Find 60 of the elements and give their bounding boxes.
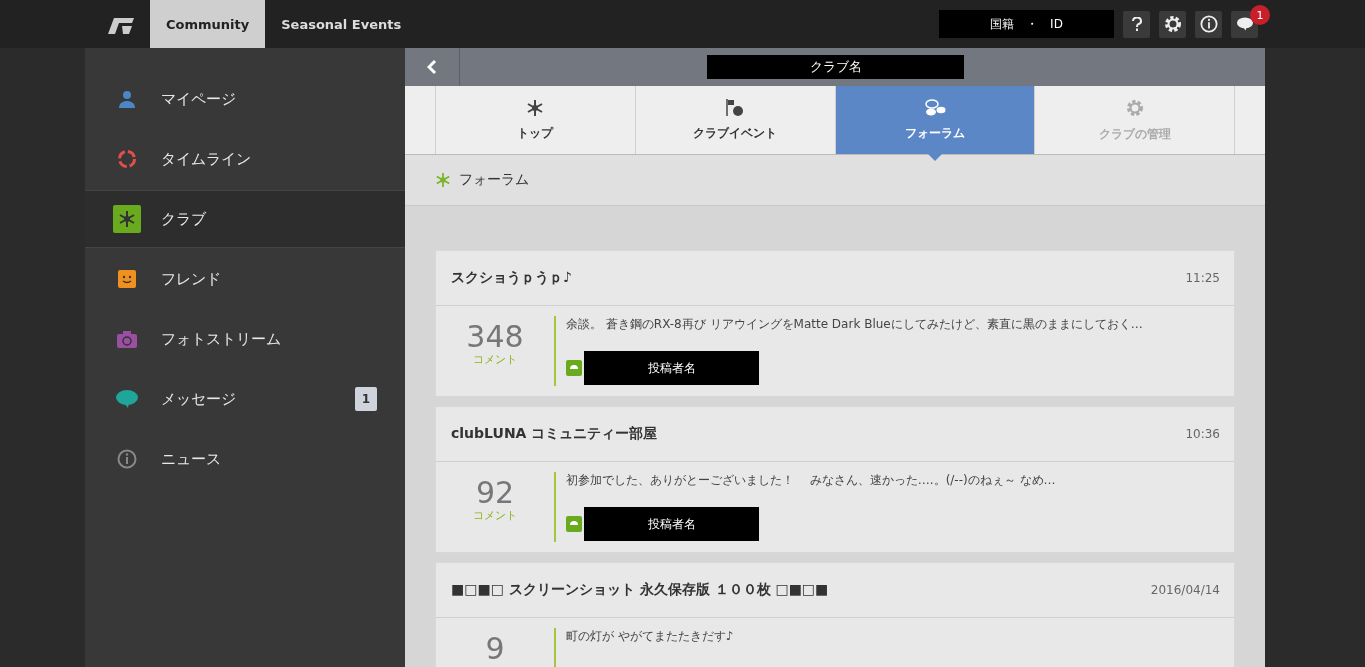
gear-icon <box>1162 14 1183 34</box>
speech-bubbles-icon <box>923 98 946 117</box>
comment-label: コメント <box>473 352 517 367</box>
comment-count: 9 <box>485 634 505 664</box>
forum-post[interactable]: スクショうｐうｐ♪ 11:25 348 コメント 余談。 蒼き鋼のRX-8再び リアウイングをMatte Dark Blueにしてみたけど、素直に黒のままにしておく… 投稿者名 <box>435 250 1235 397</box>
nav-tab[interactable]: Community <box>150 0 266 48</box>
user-badge-icon <box>566 516 582 532</box>
user-badge-icon <box>566 360 582 376</box>
settings-button[interactable] <box>1159 10 1186 38</box>
post-excerpt: 初参加でした、ありがとーございました！ みなさん、速かった….。(/--)のねぇ～ なめ… <box>566 472 1057 489</box>
post-time: 10:36 <box>1185 427 1220 441</box>
flag-icon <box>725 98 746 117</box>
camera-icon <box>117 330 137 348</box>
post-excerpt: 余談。 蒼き鋼のRX-8再び リアウイングをMatte Dark Blueにしてみたけど、素直に黒のままにしておく… <box>566 316 1144 333</box>
club-name: クラブ名 <box>707 55 964 79</box>
post-title: ■□■□ スクリーンショット 永久保存版 １００枚 □■□■ <box>451 581 829 599</box>
sidebar-label: マイページ <box>161 89 236 109</box>
sidebar-item[interactable]: フォトストリーム <box>85 310 405 368</box>
sidebar-label: フォトストリーム <box>161 329 281 349</box>
info-icon <box>1199 15 1218 33</box>
gear-icon <box>1124 97 1145 118</box>
sidebar-item[interactable]: フレンド <box>85 250 405 308</box>
post-time: 2016/04/14 <box>1150 583 1220 597</box>
smiley-icon <box>118 270 136 288</box>
post-excerpt: 町の灯が やがてまたたきだす♪ <box>566 628 735 645</box>
forum-post[interactable]: clubLUNA コミュニティー部屋 10:36 92 コメント 初参加でした、ありがとーございました！ みなさん、速かった….。(/--)のねぇ～ なめ… 投稿者名 <box>435 406 1235 553</box>
sidebar-item[interactable]: ニュース <box>85 430 405 488</box>
info-icon <box>117 449 137 469</box>
speech-bubble-icon <box>116 390 138 408</box>
sidebar-item[interactable]: クラブ <box>85 190 405 248</box>
sidebar-label: フレンド <box>161 269 221 289</box>
sidebar-label: ニュース <box>161 449 221 469</box>
account-id: 国籍 ・ ID <box>939 10 1114 38</box>
person-icon <box>118 90 136 108</box>
sidebar-item[interactable]: タイムライン <box>85 130 405 188</box>
comment-count: 92 <box>475 478 515 508</box>
nav-tab[interactable]: Seasonal Events <box>265 0 418 48</box>
post-title: スクショうｐうｐ♪ <box>451 269 572 287</box>
help-icon <box>1131 17 1142 31</box>
comment-count: 348 <box>466 322 524 352</box>
speech-bubble-icon <box>1236 17 1253 31</box>
sidebar-label: メッセージ <box>161 389 236 409</box>
notification-badge: 1 <box>1250 5 1270 25</box>
sidebar-label: クラブ <box>161 209 206 229</box>
author-name: 投稿者名 <box>584 507 759 541</box>
info-button[interactable] <box>1195 10 1222 38</box>
section-title: フォーラム <box>459 171 529 189</box>
forum-post[interactable]: ■□■□ スクリーンショット 永久保存版 １００枚 □■□■ 2016/04/14 9 町の灯が やがてまたたきだす♪ <box>435 562 1235 667</box>
comment-label: コメント <box>473 508 517 523</box>
club-tab[interactable]: フォーラム <box>835 86 1035 154</box>
help-button[interactable] <box>1123 10 1150 38</box>
sidebar-label: タイムライン <box>161 149 251 169</box>
sidebar-item[interactable]: マイページ <box>85 70 405 128</box>
post-time: 11:25 <box>1185 271 1220 285</box>
post-title: clubLUNA コミュニティー部屋 <box>451 425 658 443</box>
ring-icon <box>117 149 137 169</box>
author-name: 投稿者名 <box>584 351 759 385</box>
sidebar-item[interactable]: メッセージ 1 <box>85 370 405 428</box>
count-badge: 1 <box>355 387 377 411</box>
chevron-left-icon <box>427 59 437 75</box>
